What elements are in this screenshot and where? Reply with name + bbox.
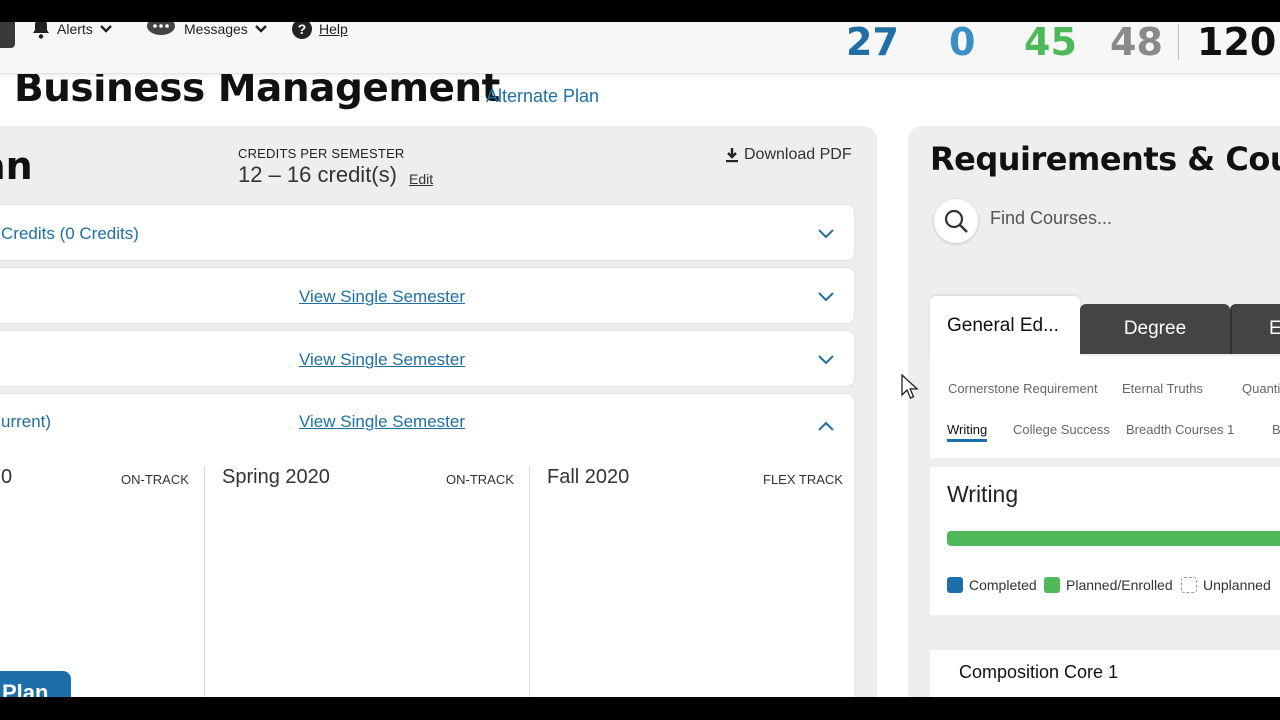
semester-row[interactable]: View Single Semester <box>0 330 855 387</box>
find-courses-input[interactable] <box>990 208 1280 229</box>
top-navigation-bar: Alerts Messages ? Help 27 0 45 48 120 <box>0 22 1280 74</box>
semester-name: 0 <box>1 466 13 488</box>
stat-completed-credits: 27 <box>846 22 899 64</box>
plan-heading: an <box>0 144 33 188</box>
semester-divider <box>529 466 530 697</box>
download-label: Download PDF <box>744 146 852 163</box>
chevron-down-icon <box>254 22 268 37</box>
edit-credits-link[interactable]: Edit <box>409 171 433 187</box>
legend-label: Planned/Enrolled <box>1066 577 1173 593</box>
stat-total-credits: 120 <box>1197 22 1277 64</box>
chevron-down-icon[interactable] <box>817 349 835 370</box>
course-group-card[interactable]: Composition Core 1 <box>930 650 1280 697</box>
plan-button-label: Plan <box>2 679 49 698</box>
semester-status: ON-TRACK <box>121 472 189 487</box>
semester-status: ON-TRACK <box>446 472 514 487</box>
credits-per-semester-value: 12 – 16 credit(s) <box>238 162 397 187</box>
messages-menu[interactable]: Messages <box>146 22 268 40</box>
view-single-semester-link[interactable]: View Single Semester <box>299 412 465 432</box>
subnav-item-college-success[interactable]: College Success <box>1013 422 1110 437</box>
help-icon: ? <box>292 22 312 39</box>
stat-divider <box>1178 24 1179 60</box>
tab-label: Degree <box>1123 318 1187 339</box>
semester-divider <box>204 466 205 697</box>
requirements-heading: Requirements & Cour <box>930 140 1280 178</box>
subnav-item-eternal-truths[interactable]: Eternal Truths <box>1122 381 1203 396</box>
help-label: Help <box>319 22 348 37</box>
legend-unplanned: Unplanned <box>1181 577 1271 593</box>
stat-planned-credits: 45 <box>1024 22 1077 64</box>
tab-degree[interactable]: Degree <box>1080 304 1230 354</box>
tab-general-ed[interactable]: General Ed... <box>930 296 1080 356</box>
semester-name: Spring 2020 <box>222 466 330 488</box>
mouse-cursor-icon <box>901 374 919 399</box>
messages-label: Messages <box>184 22 248 37</box>
tab-electives[interactable]: E <box>1230 304 1280 354</box>
chat-icon <box>147 22 175 35</box>
chevron-down-icon[interactable] <box>817 223 835 244</box>
stat-inprogress-credits: 0 <box>949 22 976 64</box>
view-single-semester-link[interactable]: View Single Semester <box>299 350 465 370</box>
requirement-section-title: Writing <box>947 481 1019 507</box>
alternate-plan-link[interactable]: Alternate Plan <box>486 86 599 107</box>
view-single-semester-link[interactable]: View Single Semester <box>299 287 465 307</box>
unplanned-swatch <box>1181 577 1197 593</box>
legend-label: Completed <box>969 577 1037 593</box>
completed-swatch <box>947 577 963 593</box>
alerts-label: Alerts <box>57 22 93 37</box>
subnav-item-breadth-1[interactable]: Breadth Courses 1 <box>1126 422 1234 437</box>
tab-label: General Ed... <box>947 315 1059 336</box>
semester-row-title: urrent) <box>1 412 52 431</box>
legend-label: Unplanned <box>1203 577 1271 593</box>
plan-button[interactable]: Plan <box>0 671 71 697</box>
requirement-progress-bar <box>947 531 1280 546</box>
semester-row[interactable]: View Single Semester <box>0 267 855 324</box>
search-icon <box>944 209 968 233</box>
plan-panel: an CREDITS PER SEMESTER 12 – 16 credit(s… <box>0 126 877 697</box>
chevron-down-icon <box>99 22 113 37</box>
semester-status: FLEX TRACK <box>763 472 843 487</box>
legend-planned: Planned/Enrolled <box>1044 577 1173 593</box>
tab-label: E <box>1269 318 1280 339</box>
svg-text:?: ? <box>298 22 307 37</box>
app-viewport: Alerts Messages ? Help 27 0 45 48 120 l … <box>0 22 1280 697</box>
credits-per-semester-label: CREDITS PER SEMESTER <box>238 146 405 161</box>
semester-name: Fall 2020 <box>547 466 630 488</box>
bell-icon <box>33 22 49 39</box>
menu-button[interactable] <box>0 22 15 48</box>
download-icon <box>726 148 738 163</box>
subnav-item-cornerstone[interactable]: Cornerstone Requirement <box>948 381 1098 396</box>
semester-row-expanded: urrent) View Single Semester 0 ON-TRACK … <box>0 393 855 697</box>
main-content: l Business Management Alternate Plan an … <box>0 66 1280 697</box>
requirement-subnav: Cornerstone Requirement Eternal Truths Q… <box>930 356 1280 458</box>
chevron-down-icon[interactable] <box>817 286 835 307</box>
subnav-item-writing[interactable]: Writing <box>947 422 988 442</box>
chevron-up-icon[interactable] <box>817 416 835 437</box>
download-pdf-button[interactable]: Download PDF <box>725 146 852 164</box>
requirement-section: Writing Completed Planned/Enrolled Unpla… <box>930 467 1280 615</box>
semester-row-title: Credits (0 Credits) <box>1 224 139 243</box>
requirements-panel: Requirements & Cour General Ed... Degree… <box>908 126 1280 697</box>
semester-row[interactable]: Credits (0 Credits) <box>0 204 855 261</box>
search-button[interactable] <box>934 199 978 243</box>
legend-completed: Completed <box>947 577 1037 593</box>
help-link[interactable]: ? Help <box>291 22 348 40</box>
stat-remaining-credits: 48 <box>1110 22 1163 64</box>
planned-swatch <box>1044 577 1060 593</box>
subnav-item-breadth-2[interactable]: Brea <box>1272 422 1280 437</box>
subnav-item-quantitative[interactable]: Quantitat <box>1242 381 1280 396</box>
course-group-title: Composition Core 1 <box>959 662 1119 682</box>
alerts-menu[interactable]: Alerts <box>31 22 113 40</box>
